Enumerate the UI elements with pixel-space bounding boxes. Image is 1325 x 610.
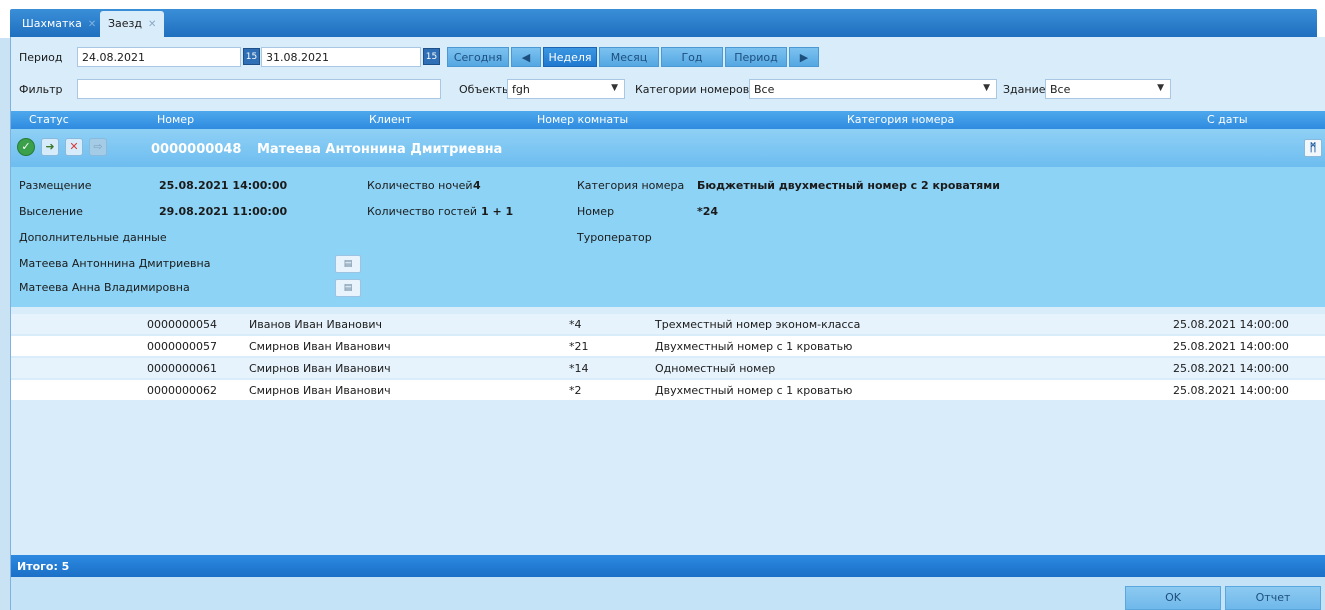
nights-value: 4 [473, 179, 481, 192]
table-row[interactable]: 0000000057 Смирнов Иван Иванович *21 Дву… [11, 336, 1325, 356]
cancel-icon[interactable]: ✕ [65, 138, 83, 156]
chevron-down-icon: ▼ [611, 83, 618, 93]
bottom-bar: OK Отчет [11, 577, 1325, 610]
row-from-date: 25.08.2021 14:00:00 [1173, 384, 1289, 397]
close-icon[interactable]: ✕ [148, 19, 156, 30]
report-button[interactable]: Отчет [1225, 586, 1321, 610]
row-room: *21 [569, 340, 589, 353]
row-category: Двухместный номер с 1 кроватью [655, 384, 853, 397]
row-from-date: 25.08.2021 14:00:00 [1173, 318, 1289, 331]
row-category: Двухместный номер с 1 кроватью [655, 340, 853, 353]
guest-card-icon[interactable]: ▤ [335, 279, 361, 297]
col-client[interactable]: Клиент [369, 113, 411, 126]
year-button[interactable]: Год [661, 47, 723, 67]
column-header-row: Статус Номер Клиент Номер комнаты Катего… [11, 111, 1325, 129]
filter-label: Фильтр [19, 83, 63, 96]
row-client: Смирнов Иван Иванович [249, 340, 391, 353]
calendar-icon[interactable]: 15 [423, 48, 440, 65]
move-icon[interactable]: ⇨ [89, 138, 107, 156]
table-row[interactable]: 0000000054 Иванов Иван Иванович *4 Трехм… [11, 314, 1325, 334]
checkin-panel: Период 24.08.2021 15 31.08.2021 15 Сегод… [10, 37, 1325, 610]
chevron-down-icon: ▼ [1157, 83, 1164, 93]
row-room: *4 [569, 318, 582, 331]
tab-strip: Шахматка ✕ Заезд ✕ [10, 9, 1317, 37]
today-button[interactable]: Сегодня [447, 47, 509, 67]
category-label: Категория номера [577, 179, 685, 192]
guests-label: Количество гостей [367, 205, 478, 218]
building-value: Все [1050, 83, 1071, 96]
booking-number: 0000000048 [151, 142, 242, 157]
col-status[interactable]: Статус [29, 113, 69, 126]
tab-bar: Шахматка ✕ Заезд ✕ [0, 0, 1325, 38]
categories-select[interactable]: Все ▼ [749, 79, 997, 99]
tab-zaezd[interactable]: Заезд ✕ [100, 11, 165, 37]
tab-label: Шахматка [22, 17, 82, 30]
booking-client: Матеева Антоннина Дмитриевна [257, 142, 503, 157]
table-row[interactable]: 0000000062 Смирнов Иван Иванович *2 Двух… [11, 380, 1325, 400]
checkin-icon[interactable]: ➜ [41, 138, 59, 156]
row-client: Смирнов Иван Иванович [249, 384, 391, 397]
row-category: Одноместный номер [655, 362, 776, 375]
checkout-label: Выселение [19, 205, 83, 218]
room-value: *24 [697, 205, 719, 218]
period-button[interactable]: Период [725, 47, 787, 67]
date-from-input[interactable]: 24.08.2021 [77, 47, 241, 67]
objects-select[interactable]: fgh ▼ [507, 79, 625, 99]
ok-button[interactable]: OK [1125, 586, 1221, 610]
guest-name: Матеева Анна Владимировна [19, 281, 190, 294]
booking-details: Размещение 25.08.2021 14:00:00 Выселение… [11, 167, 1325, 307]
guest-card-icon[interactable]: ▤ [335, 255, 361, 273]
room-label: Номер [577, 205, 615, 218]
row-category: Трехместный номер эконом-класса [655, 318, 861, 331]
row-number: 0000000057 [147, 340, 217, 353]
col-number[interactable]: Номер [157, 113, 194, 126]
row-number: 0000000062 [147, 384, 217, 397]
calendar-icon[interactable]: 15 [243, 48, 260, 65]
objects-label: Объекты [459, 83, 511, 96]
selected-booking-row[interactable]: ✓ ➜ ✕ ⇨ 0000000048 Матеева Антоннина Дми… [11, 129, 1325, 167]
row-from-date: 25.08.2021 14:00:00 [1173, 340, 1289, 353]
objects-value: fgh [512, 83, 530, 96]
nights-label: Количество ночей [367, 179, 473, 192]
tour-operator-label: Туроператор [577, 231, 652, 244]
guests-icon[interactable]: ᛗ [1304, 139, 1322, 157]
col-category[interactable]: Категория номера [847, 113, 954, 126]
guest-name: Матеева Антоннина Дмитриевна [19, 257, 211, 270]
date-to-input[interactable]: 31.08.2021 [261, 47, 421, 67]
row-number: 0000000061 [147, 362, 217, 375]
tab-shakhmatka[interactable]: Шахматка ✕ [14, 11, 104, 37]
next-arrow-icon[interactable]: ▶ [789, 47, 819, 67]
total-footer: Итого: 5 [11, 555, 1325, 577]
filter-input[interactable] [77, 79, 441, 99]
category-value: Бюджетный двухместный номер с 2 кроватям… [697, 179, 1000, 192]
row-room: *14 [569, 362, 589, 375]
prev-arrow-icon[interactable]: ◀ [511, 47, 541, 67]
booking-list: 0000000054 Иванов Иван Иванович *4 Трехм… [11, 307, 1325, 555]
week-button[interactable]: Неделя [543, 47, 597, 67]
tab-label: Заезд [108, 17, 143, 30]
month-button[interactable]: Месяц [599, 47, 659, 67]
placement-label: Размещение [19, 179, 92, 192]
table-row[interactable]: 0000000061 Смирнов Иван Иванович *14 Одн… [11, 358, 1325, 378]
period-label: Период [19, 51, 63, 64]
confirm-icon[interactable]: ✓ [17, 138, 35, 156]
row-client: Смирнов Иван Иванович [249, 362, 391, 375]
row-room: *2 [569, 384, 582, 397]
guests-value: 1 + 1 [481, 205, 514, 218]
col-from-date[interactable]: С даты [1207, 113, 1248, 126]
extra-data-label: Дополнительные данные [19, 231, 167, 244]
building-label: Здание [1003, 83, 1046, 96]
placement-value: 25.08.2021 14:00:00 [159, 179, 288, 192]
categories-label: Категории номеров [635, 83, 750, 96]
col-room[interactable]: Номер комнаты [537, 113, 628, 126]
categories-value: Все [754, 83, 775, 96]
building-select[interactable]: Все ▼ [1045, 79, 1171, 99]
close-icon[interactable]: ✕ [88, 19, 96, 30]
checkout-value: 29.08.2021 11:00:00 [159, 205, 288, 218]
row-client: Иванов Иван Иванович [249, 318, 382, 331]
chevron-down-icon: ▼ [983, 83, 990, 93]
row-number: 0000000054 [147, 318, 217, 331]
row-from-date: 25.08.2021 14:00:00 [1173, 362, 1289, 375]
